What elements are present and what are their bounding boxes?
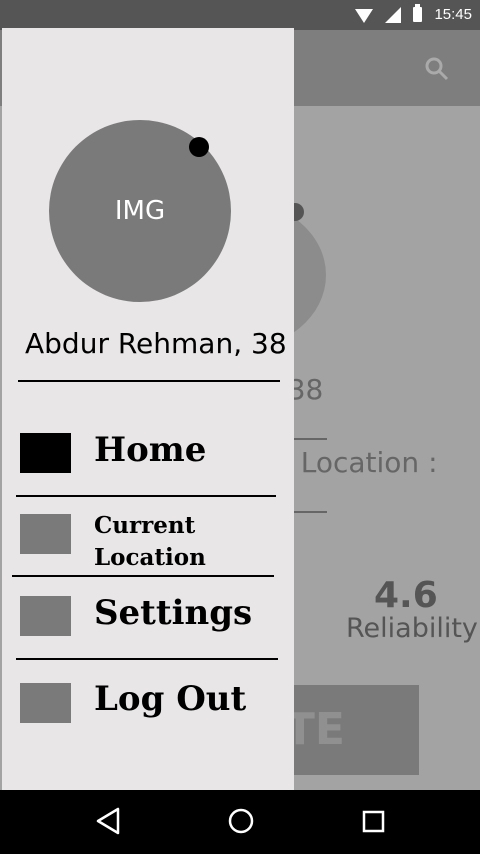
divider <box>16 658 278 660</box>
divider <box>12 575 274 577</box>
navigation-bar <box>0 790 480 854</box>
wifi-icon <box>355 8 374 23</box>
divider <box>18 380 280 382</box>
divider <box>16 495 276 497</box>
status-bar: 15:45 <box>0 0 480 30</box>
home-icon <box>20 433 71 473</box>
menu-item-current-location[interactable]: Current Location <box>2 508 294 574</box>
user-name: Abdur Rehman, 38 <box>25 327 287 360</box>
menu-item-label: Settings <box>94 593 253 633</box>
logout-icon <box>20 683 71 723</box>
location-icon <box>20 514 71 554</box>
settings-icon <box>20 596 71 636</box>
menu-item-home[interactable]: Home <box>2 428 294 488</box>
navigation-drawer: IMG Abdur Rehman, 38 Home Current Locati… <box>2 28 294 790</box>
online-status-dot <box>189 137 209 157</box>
battery-icon <box>413 4 423 22</box>
home-circle-icon[interactable] <box>227 807 255 835</box>
menu-item-label: Current Location <box>94 512 206 571</box>
menu-item-settings[interactable]: Settings <box>2 590 294 650</box>
menu-item-label: Log Out <box>94 679 247 719</box>
back-icon[interactable] <box>94 806 124 836</box>
status-time: 15:45 <box>434 6 472 23</box>
search-icon[interactable] <box>424 56 450 82</box>
menu-item-label: Home <box>94 430 207 470</box>
recents-icon[interactable] <box>362 810 386 834</box>
reliability-value: 4.6 <box>374 575 438 616</box>
menu-item-log-out[interactable]: Log Out <box>2 676 294 736</box>
signal-icon <box>385 6 402 23</box>
reliability-label: Reliability <box>346 613 478 644</box>
